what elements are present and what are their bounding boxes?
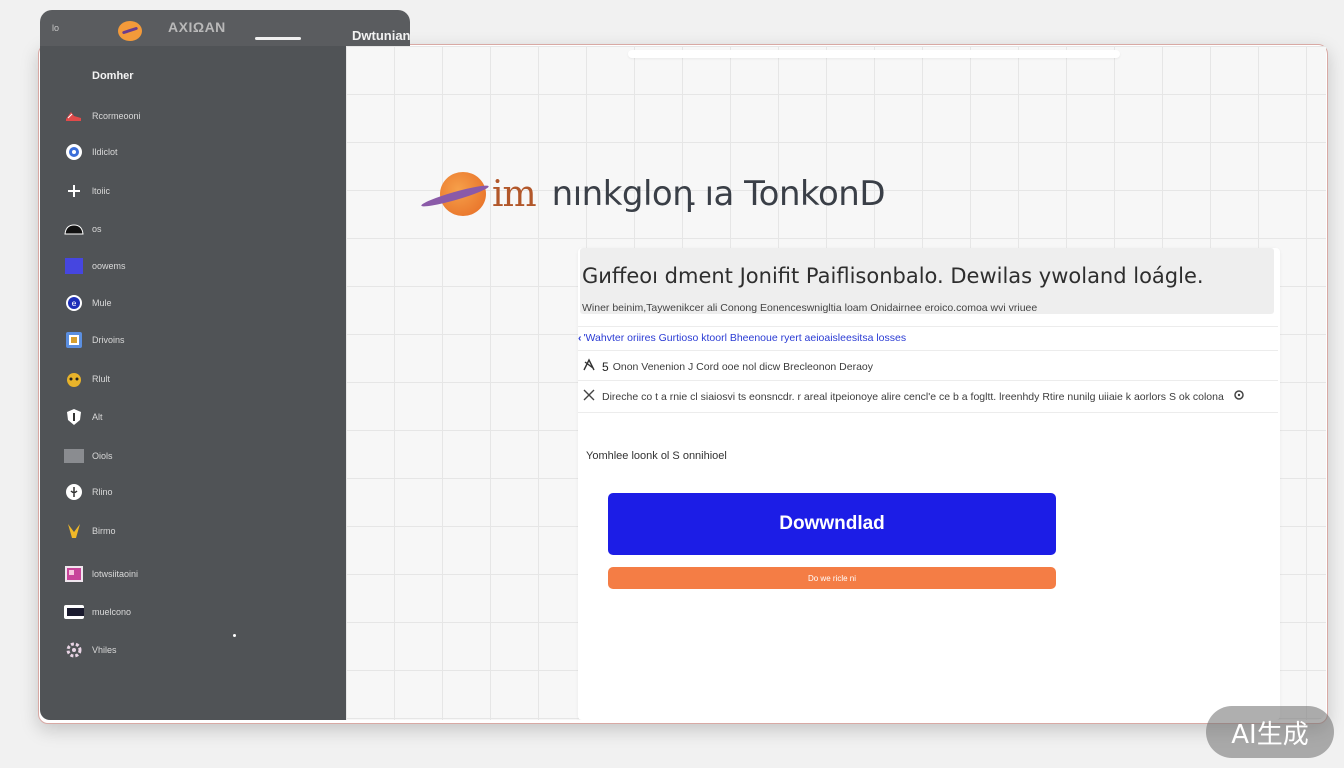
- tab-small-label: lo: [52, 23, 60, 33]
- title-bar: lo ΑΧΙΩΑΝ Dwtunian: [40, 10, 411, 46]
- svg-text:e: e: [72, 299, 77, 308]
- shield-icon: [64, 408, 84, 426]
- row-text: Onon Venenion J Cord ooe nol dicw Brecle…: [612, 360, 874, 373]
- row-number: 5: [602, 359, 609, 374]
- sidebar-item-13[interactable]: lotwsiitaoini: [64, 562, 324, 586]
- sidebar-item-label: Alt: [92, 412, 103, 422]
- secondary-download-button[interactable]: Do we ricle ni: [608, 567, 1056, 589]
- info-icon[interactable]: [1234, 390, 1244, 403]
- address-bar[interactable]: [628, 50, 1120, 58]
- brand-header: im nınkgloդ ıa TonkonD: [420, 170, 886, 218]
- divider: [578, 380, 1278, 381]
- pin-icon: [64, 483, 84, 501]
- sidebar-item-6[interactable]: e Mule: [64, 291, 324, 315]
- sidebar-item-8[interactable]: Rlult: [64, 367, 324, 391]
- sidebar-item-4[interactable]: os: [64, 217, 324, 241]
- cat-icon: [64, 370, 84, 388]
- row-text: Direche co t a rnie cl siaiosvi ts eonsn…: [602, 390, 1224, 403]
- sidebar-header: Domher: [92, 70, 134, 82]
- info-link[interactable]: ‹ 'Wahvter oriires Gurtioso ktoorl Bheeno…: [578, 332, 906, 344]
- sidebar-item-label: Rlult: [92, 374, 111, 384]
- rectangle-icon: [64, 447, 84, 465]
- sidebar-item-label: Mule: [92, 298, 112, 308]
- sidebar-item-label: ltoiic: [92, 186, 111, 196]
- sidebar-item-7[interactable]: Drivoins: [64, 328, 324, 352]
- sidebar-item-1[interactable]: Rcormeooni: [64, 104, 324, 128]
- sidebar-item-3[interactable]: ltoiic: [64, 179, 324, 203]
- sidebar-item-label: Rlino: [92, 487, 113, 497]
- sidebar-item-label: Birmo: [92, 526, 116, 536]
- info-link-text: 'Wahvter oriires Gurtioso ktoorl Bheenou…: [583, 332, 907, 344]
- brand-name: nınkgloդ ıa TonkonD: [551, 174, 886, 214]
- app-logo-icon[interactable]: [118, 21, 142, 41]
- sidebar-item-15[interactable]: Vhiles: [64, 638, 324, 662]
- brand-logo-icon: [420, 170, 490, 218]
- sidebar-item-5[interactable]: oowems: [64, 254, 324, 278]
- sidebar-item-11[interactable]: Rlino: [64, 480, 324, 504]
- sidebar-item-label: Ildiclot: [92, 147, 118, 157]
- divider: [578, 412, 1278, 413]
- download-card: Gиffeoı dment Jonifit Paiflisonbalo. Dew…: [578, 248, 1280, 720]
- eye-icon: [64, 143, 84, 161]
- sidebar-item-label: os: [92, 224, 102, 234]
- compass-icon: [582, 358, 596, 375]
- divider: [578, 350, 1278, 351]
- feature-row: 5 Onon Venenion J Cord ooe nol dicw Brec…: [582, 358, 873, 375]
- sidebar-dot: [233, 634, 236, 637]
- sidebar-item-label: Drivoins: [92, 335, 125, 345]
- sidebar: Domher Rcormeooni Ildiclot ltoiic os oow…: [40, 46, 346, 720]
- badge-icon: [64, 331, 84, 349]
- download-button[interactable]: Dowwndlad: [608, 493, 1056, 555]
- sidebar-item-label: Rcormeooni: [92, 111, 141, 121]
- sidebar-item-label: muelcono: [92, 607, 132, 617]
- image-icon: [64, 565, 84, 583]
- sidebar-item-9[interactable]: Alt: [64, 405, 324, 429]
- sidebar-item-label: oowems: [92, 261, 126, 271]
- monitor-icon: [64, 603, 84, 621]
- main-content: im nınkgloդ ıa TonkonD Gиffeoı dment Jon…: [346, 46, 1326, 720]
- tab-title[interactable]: ΑΧΙΩΑΝ: [168, 19, 226, 35]
- sidebar-item-label: lotwsiitaoini: [92, 569, 139, 579]
- plus-icon: [64, 182, 84, 200]
- sidebar-item-10[interactable]: Oiols: [64, 444, 324, 468]
- sidebar-item-label: Oiols: [92, 451, 113, 461]
- circle-e-icon: e: [64, 294, 84, 312]
- brand-prefix: im: [492, 173, 537, 215]
- feature-row: Direche co t a rnie cl siaiosvi ts eonsn…: [582, 388, 1244, 405]
- close-icon[interactable]: [582, 388, 596, 405]
- description-text: Winer beinim,Taywenikcer ali Conong Eone…: [582, 302, 1038, 314]
- sidebar-item-label: Vhiles: [92, 645, 117, 655]
- active-tab-title[interactable]: Dwtunian: [352, 28, 411, 43]
- cloud-icon: [64, 220, 84, 238]
- sidebar-item-2[interactable]: Ildiclot: [64, 140, 324, 164]
- tab-indicator: [255, 37, 301, 40]
- bird-icon: [64, 522, 84, 540]
- shoe-icon: [64, 107, 84, 125]
- file-size-text: Yomhlee loonk ol S onnihioel: [586, 450, 727, 462]
- sidebar-item-14[interactable]: muelcono: [64, 600, 324, 624]
- chevron-left-icon: ‹: [578, 332, 582, 344]
- gear-icon: [64, 641, 84, 659]
- sidebar-item-12[interactable]: Birmo: [64, 519, 324, 543]
- ai-watermark: AI生成: [1206, 706, 1334, 758]
- square-icon: [64, 257, 84, 275]
- divider: [578, 326, 1278, 327]
- page-title: Gиffeoı dment Jonifit Paiflisonbalo. Dew…: [582, 264, 1204, 288]
